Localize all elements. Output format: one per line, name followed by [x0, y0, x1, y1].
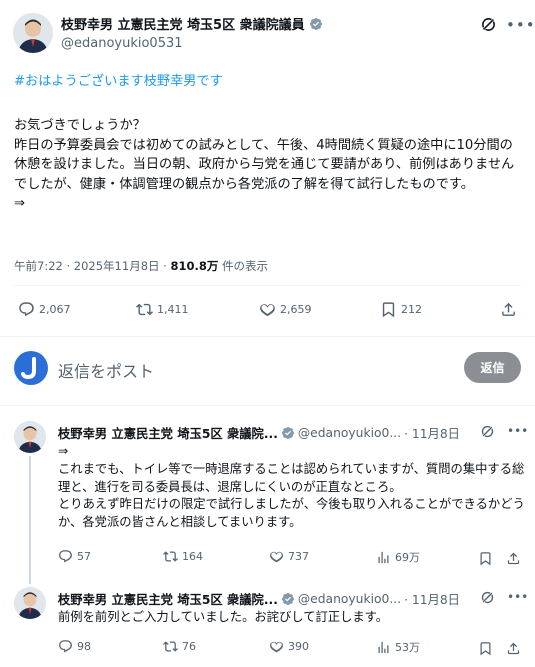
views-button[interactable]: 53万: [376, 639, 420, 655]
author-handle[interactable]: @edanoyukio0531: [61, 36, 183, 51]
share-icon: [502, 302, 515, 316]
bookmark-count: 212: [401, 303, 422, 316]
author-name[interactable]: 枝野幸男 立憲民主党 埼玉5区 衆議院議員: [61, 14, 323, 33]
share-icon[interactable]: [506, 551, 521, 566]
grok-icon[interactable]: [480, 16, 497, 33]
reply-button[interactable]: 2,067: [18, 301, 71, 318]
repost-button[interactable]: 164: [163, 549, 203, 564]
reply-author-avatar[interactable]: [14, 587, 46, 619]
reply-count: 98: [77, 640, 91, 653]
reply-action-bar: 57 164 737 69万: [0, 549, 535, 573]
reply-icon: [19, 302, 34, 317]
repost-count: 76: [182, 640, 196, 653]
tweet-meta: 午前7:22 · 2025年11月8日 · 810.8万 件の表示: [14, 258, 268, 274]
reply-count: 2,067: [39, 303, 71, 316]
view-count: 69万: [395, 551, 420, 564]
bookmark-icon[interactable]: [478, 551, 493, 566]
reply-button[interactable]: 98: [58, 639, 91, 654]
heart-icon: [260, 304, 275, 317]
like-count: 390: [288, 640, 309, 653]
analytics-icon: [378, 641, 389, 653]
tweet-timestamp[interactable]: 午前7:22 · 2025年11月8日 ·: [14, 259, 170, 273]
reply-count: 57: [77, 550, 91, 563]
reply-icon: [59, 640, 72, 653]
more-options-icon[interactable]: •••: [507, 590, 528, 605]
reply-author-name[interactable]: 枝野幸男 立憲民主党 埼玉5区 衆議院...: [58, 590, 278, 608]
hashtag-link[interactable]: #おはようございます枝野幸男です: [14, 70, 223, 89]
like-button[interactable]: 390: [269, 639, 309, 654]
reply-submit-button[interactable]: 返信: [464, 352, 521, 383]
divider: [0, 405, 535, 406]
reply-icon: [59, 550, 72, 563]
bookmark-icon: [382, 302, 395, 318]
reply-author-handle[interactable]: @edanoyukio0...: [298, 592, 401, 606]
repost-button[interactable]: 1,411: [136, 301, 189, 318]
view-count: 53万: [395, 641, 420, 654]
like-count: 2,659: [280, 303, 312, 316]
views-button[interactable]: 69万: [376, 549, 420, 565]
like-button[interactable]: 737: [269, 549, 309, 564]
current-user-avatar[interactable]: [14, 351, 48, 385]
reply-text: ⇒ これまでも、トイレ等で一時退席することは認められていますが、質問の集中する総…: [58, 444, 525, 530]
reply-action-bar: 98 76 390 53万: [0, 639, 535, 663]
tweet-text: お気づきでしょうか？ 昨日の予算委員会では初めての試みとして、午後、4時間続く質…: [14, 118, 515, 211]
analytics-icon: [378, 551, 389, 563]
reply-header: 枝野幸男 立憲民主党 埼玉5区 衆議院... @edanoyukio0... ·…: [58, 590, 460, 608]
repost-icon: [163, 551, 178, 562]
divider: [0, 336, 535, 337]
reply-header-icons: •••: [480, 424, 528, 439]
reply-input[interactable]: 返信をポスト: [58, 358, 154, 382]
like-button[interactable]: 2,659: [259, 301, 312, 318]
verified-badge-icon: [281, 593, 294, 605]
reply-text: 前例を前列とご入力していました。お詫びして訂正します。: [58, 610, 389, 624]
divider: [14, 285, 521, 286]
reply-author-name[interactable]: 枝野幸男 立憲民主党 埼玉5区 衆議院...: [58, 424, 278, 442]
grok-icon[interactable]: [480, 424, 495, 439]
verified-badge-icon: [309, 17, 322, 30]
reply-author-avatar[interactable]: [14, 421, 46, 453]
like-count: 737: [288, 550, 309, 563]
reply-header-icons: •••: [480, 590, 528, 605]
repost-count: 1,411: [157, 303, 189, 316]
heart-icon: [270, 551, 283, 563]
verified-badge-icon: [281, 427, 294, 439]
grok-icon[interactable]: [480, 590, 495, 605]
share-icon[interactable]: [506, 641, 521, 656]
repost-icon: [136, 303, 153, 316]
repost-button[interactable]: 76: [163, 639, 196, 654]
repost-icon: [163, 641, 178, 652]
reply-button[interactable]: 57: [58, 549, 91, 564]
author-name-text: 枝野幸男 立憲民主党 埼玉5区 衆議院議員: [61, 18, 305, 33]
reply-date[interactable]: · 11月8日: [404, 590, 460, 608]
view-count-suffix: 件の表示: [218, 259, 269, 273]
reply-header: 枝野幸男 立憲民主党 埼玉5区 衆議院... @edanoyukio0... ·…: [58, 424, 460, 442]
main-action-bar: 2,067 1,411 2,659 212: [0, 301, 535, 325]
bookmark-button[interactable]: 212: [380, 301, 422, 318]
repost-count: 164: [182, 550, 203, 563]
reply-date[interactable]: · 11月8日: [404, 424, 460, 442]
view-count: 810.8万: [170, 259, 219, 273]
more-options-icon[interactable]: •••: [507, 424, 528, 439]
author-avatar[interactable]: [13, 13, 53, 53]
more-options-icon[interactable]: •••: [506, 16, 535, 34]
share-button[interactable]: [500, 301, 517, 318]
reply-author-handle[interactable]: @edanoyukio0...: [298, 426, 401, 440]
heart-icon: [270, 641, 283, 653]
bookmark-icon[interactable]: [478, 641, 493, 656]
